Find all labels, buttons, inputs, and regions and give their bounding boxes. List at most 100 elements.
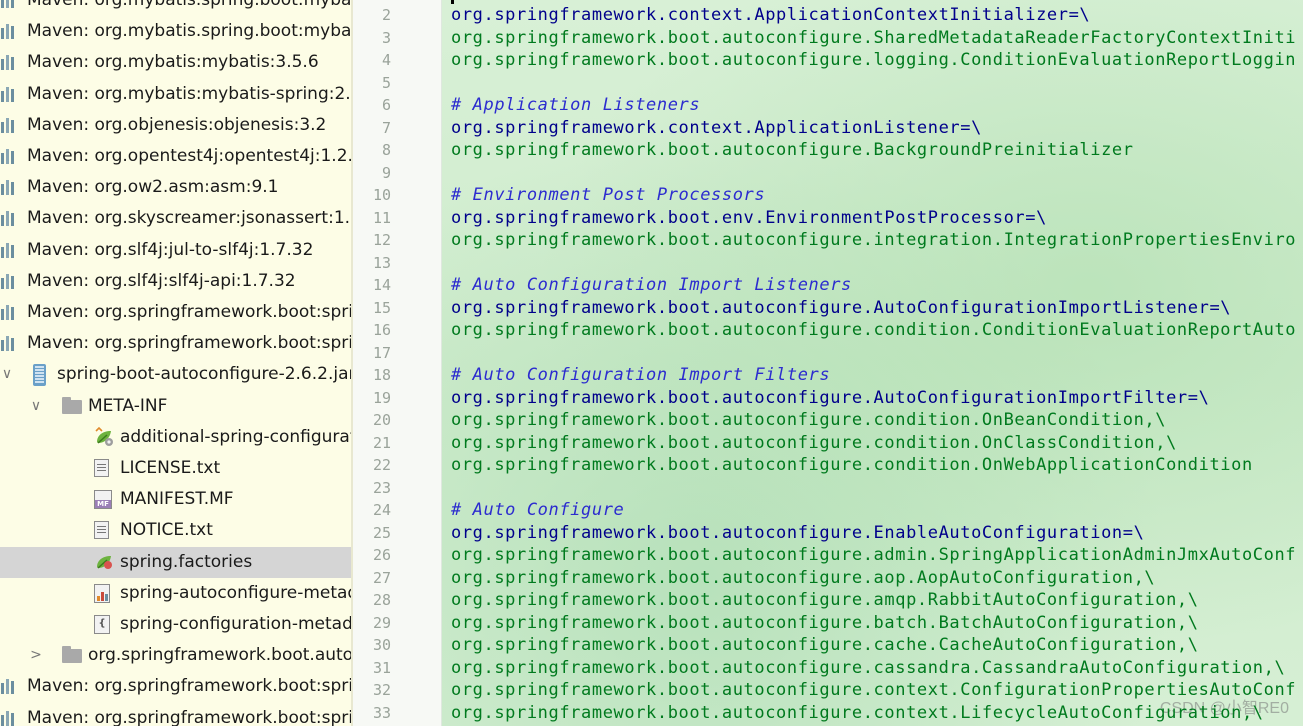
code-text: org.springframework.boot.env.Environment… [451,207,1047,228]
line-number: 29 [372,613,391,632]
line-number: 12 [372,231,391,249]
code-text: org.springframework.boot.autoconfigure.b… [451,612,1199,633]
tree-item[interactable]: Maven: org.springframework.boot:spring [0,328,353,359]
tree-item[interactable]: Maven: org.skyscreamer:jsonassert:1.5.0 [0,203,353,234]
code-line[interactable]: 19 org.springframework.boot.autoconfigure… [353,387,1303,410]
line-number: 30 [372,636,391,654]
tree-item-label: Maven: org.mybatis.spring.boot:mybatis [27,0,353,10]
code-line[interactable]: 31 org.springframework.boot.autoconfigure… [353,657,1303,680]
tree-item[interactable]: ∨ META-INF [0,391,353,422]
code-line[interactable]: 25 org.springframework.boot.autoconfigure… [353,522,1303,545]
tree-item[interactable]: additional-spring-configurati [0,422,353,453]
tree-item[interactable]: Maven: org.ow2.asm:asm:9.1 [0,172,353,203]
code-text: org.springframework.boot.autoconfigure.a… [451,545,1297,565]
tree-item[interactable]: {spring-configuration-metada [0,609,353,640]
line-number: 3 [381,28,391,47]
code-line[interactable]: 18 # Auto Configuration Import Filters [353,364,1303,387]
tree-item[interactable]: ∨ spring-boot-autoconfigure-2.6.2.jar [0,359,353,390]
code-line[interactable]: 11 org.springframework.boot.env.Environme… [353,207,1303,230]
code-line[interactable]: 5 [353,72,1303,95]
tree-item[interactable]: spring-autoconfigure-metad [0,578,353,609]
tree-item[interactable]: Maven: org.springframework.boot:spring [0,297,353,328]
code-text: org.springframework.boot.autoconfigure.c… [451,680,1297,700]
code-line[interactable]: 27 org.springframework.boot.autoconfigure… [353,567,1303,590]
folder-icon [62,396,82,414]
code-line[interactable]: 26 org.springframework.boot.autoconfigure… [353,544,1303,567]
code-line[interactable]: 20 org.springframework.boot.autoconfigure… [353,409,1303,432]
tree-item-label: MANIFEST.MF [120,489,234,510]
line-number: 14 [372,276,391,294]
manifest-icon: MF [94,490,112,510]
tree-item[interactable]: Maven: org.objenesis:objenesis:3.2 [0,110,353,141]
chevron-down-icon[interactable]: ∨ [29,391,43,422]
code-line[interactable]: 2 org.springframework.context.Application… [353,4,1303,27]
tree-item[interactable]: LICENSE.txt [0,453,353,484]
tree-item[interactable]: Maven: org.mybatis:mybatis:3.5.6 [0,47,353,78]
code-line[interactable]: 15 org.springframework.boot.autoconfigure… [353,297,1303,320]
project-tree[interactable]: Maven: org.mybatis.spring.boot:mybatis Ma… [0,0,353,726]
code-line[interactable]: 7 org.springframework.context.Application… [353,117,1303,140]
code-line[interactable]: 9 [353,162,1303,185]
code-line[interactable]: 13 [353,252,1303,275]
code-comment: # Auto Configuration Import Filters [451,365,831,385]
line-number: 6 [381,96,391,114]
code-line[interactable]: 29 org.springframework.boot.autoconfigure… [353,612,1303,635]
tree-item-label: spring-boot-autoconfigure-2.6.2.jar [57,364,353,385]
tree-item-label: Maven: org.slf4j:jul-to-slf4j:1.7.32 [27,239,314,260]
tree-item[interactable]: Maven: org.springframework.boot:spring [0,703,353,726]
code-line[interactable]: 8 org.springframework.boot.autoconfigure.… [353,139,1303,162]
text-file-icon [94,521,109,540]
code-text: org.springframework.context.ApplicationL… [451,117,982,138]
code-editor[interactable]: CSDN @小智RE0 2 org.springframework.context… [353,0,1303,726]
tree-item[interactable]: NOTICE.txt [0,515,353,546]
code-line[interactable]: 14 # Auto Configuration Import Listeners [353,274,1303,297]
tree-item[interactable]: Maven: org.opentest4j:opentest4j:1.2.0 [0,141,353,172]
tree-item-label: META-INF [88,395,168,416]
line-number: 23 [372,478,391,497]
tree-item[interactable]: Maven: org.mybatis:mybatis-spring:2.0.6 [0,79,353,110]
code-line[interactable]: 16 org.springframework.boot.autoconfigure… [353,319,1303,342]
tree-item[interactable]: Maven: org.mybatis.spring.boot:mybatis [0,0,353,16]
line-number: 4 [381,51,391,69]
code-text: org.springframework.boot.autoconfigure.c… [451,635,1199,655]
tree-item[interactable]: > org.springframework.boot.autoco [0,640,353,671]
code-line[interactable]: 12 org.springframework.boot.autoconfigure… [353,229,1303,252]
chevron-right-icon[interactable]: > [29,640,43,671]
line-number: 31 [372,658,391,677]
library-icon [0,242,18,259]
code-comment: # Environment Post Processors [451,185,766,205]
code-line[interactable]: 21 org.springframework.boot.autoconfigure… [353,432,1303,455]
line-number: 7 [381,118,391,137]
chevron-down-icon[interactable]: ∨ [0,359,14,390]
tree-item[interactable]: Maven: org.slf4j:jul-to-slf4j:1.7.32 [0,235,353,266]
tree-item[interactable]: Maven: org.mybatis.spring.boot:mybatis [0,16,353,47]
code-line[interactable]: 33 org.springframework.boot.autoconfigure… [353,702,1303,725]
code-line[interactable]: 17 [353,342,1303,365]
code-line[interactable]: 28 org.springframework.boot.autoconfigure… [353,589,1303,612]
code-comment: # Auto Configuration Import Listeners [451,275,852,295]
code-line[interactable]: 24 # Auto Configure [353,499,1303,522]
line-number: 9 [381,163,391,182]
tree-item[interactable]: Maven: org.springframework.boot:spring [0,671,353,702]
code-line[interactable]: 23 [353,477,1303,500]
code-comment: # Auto Configure [451,500,625,520]
tree-item[interactable]: Maven: org.slf4j:slf4j-api:1.7.32 [0,266,353,297]
line-number: 8 [381,141,391,159]
tree-item-label: spring-autoconfigure-metad [120,582,353,603]
tree-item[interactable]: spring.factories [0,546,353,578]
tree-item[interactable]: MF MANIFEST.MF [0,484,353,515]
tree-item-label: spring-configuration-metada [120,614,353,634]
code-line[interactable]: 30 org.springframework.boot.autoconfigure… [353,634,1303,657]
code-line[interactable]: 10 # Environment Post Processors [353,184,1303,207]
line-number: 21 [372,433,391,452]
code-line[interactable]: 4 org.springframework.boot.autoconfigure.… [353,49,1303,72]
line-number: 11 [372,208,391,227]
line-number: 2 [381,6,391,24]
code-text: org.springframework.boot.autoconfigure.S… [451,27,1297,48]
code-text: org.springframework.boot.autoconfigure.c… [451,432,1177,453]
code-line[interactable]: 22 org.springframework.boot.autoconfigure… [353,454,1303,477]
code-line[interactable]: 6 # Application Listeners [353,94,1303,117]
code-line[interactable]: 3 org.springframework.boot.autoconfigure.… [353,27,1303,50]
code-text: org.springframework.boot.autoconfigure.a… [451,567,1156,588]
code-line[interactable]: 32 org.springframework.boot.autoconfigure… [353,679,1303,702]
